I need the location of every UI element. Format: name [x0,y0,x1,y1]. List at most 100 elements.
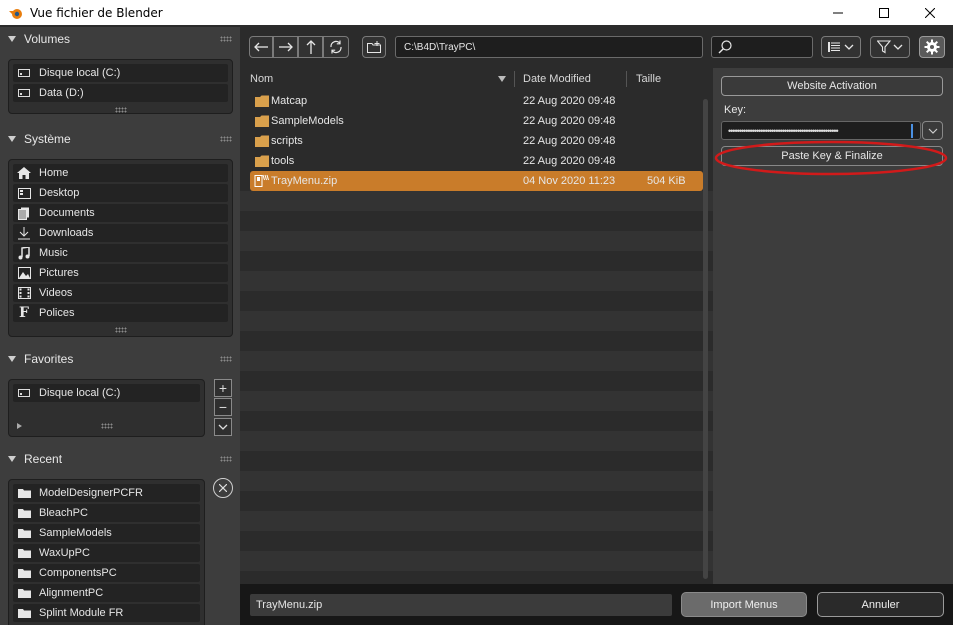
play-icon[interactable] [17,423,22,429]
recent-item[interactable]: AlignmentPC [13,584,200,602]
favorite-item-c[interactable]: Disque local (C:) [13,384,200,402]
clear-recent-button[interactable] [213,478,233,498]
drive-icon [17,66,31,80]
maximize-button[interactable] [861,0,907,25]
sidebar: Volumes Disque local (C:) Data (D:) Syst… [0,27,240,625]
path-input[interactable]: C:\B4D\TrayPC\ [395,36,703,58]
file-list-header: Nom Date Modified Taille [240,68,713,91]
refresh-button[interactable] [323,36,349,58]
sort-descending-icon[interactable] [498,76,506,82]
folder-icon [17,506,31,520]
arrow-up-icon [306,40,315,54]
favorites-menu-button[interactable] [214,418,232,436]
file-row-selected[interactable]: TrayMenu.zip 04 Nov 2020 11:23 504 KiB [250,171,703,191]
recent-item[interactable]: SampleModels [13,524,200,542]
download-icon [17,226,31,240]
blender-logo-icon [9,8,22,19]
import-menus-button[interactable]: Import Menus [681,592,807,617]
file-row[interactable]: scripts 22 Aug 2020 09:48 [240,131,713,151]
close-window-button[interactable] [907,0,953,25]
grip-icon[interactable] [114,107,127,113]
recent-item[interactable]: WaxUpPC [13,544,200,562]
recent-item[interactable]: ComponentsPC [13,564,200,582]
new-folder-icon [367,41,381,53]
favorites-list: Disque local (C:) [8,379,205,437]
collapse-triangle-icon [8,36,16,42]
filename-input[interactable]: TrayMenu.zip [250,594,672,616]
file-row[interactable]: SampleModels 22 Aug 2020 09:48 [240,111,713,131]
bottom-bar: TrayMenu.zip Import Menus Annuler [240,584,953,625]
close-icon [219,484,227,492]
forward-button[interactable] [273,36,298,58]
volume-item-c[interactable]: Disque local (C:) [13,64,228,82]
toolbar: C:\B4D\TrayPC\ [240,27,953,67]
settings-button[interactable] [919,36,945,58]
file-row[interactable]: Matcap 22 Aug 2020 09:48 [240,91,713,111]
chevron-down-icon [893,44,903,50]
zip-file-icon [254,174,269,187]
key-dropdown-button[interactable] [922,121,943,140]
new-folder-button[interactable] [362,36,386,58]
file-row[interactable]: tools 22 Aug 2020 09:48 [240,151,713,171]
list-view-icon [828,42,840,52]
system-item-desktop[interactable]: Desktop [13,184,228,202]
recent-header[interactable]: Recent [0,448,240,470]
volumes-list: Disque local (C:) Data (D:) [8,59,233,114]
folder-icon [255,135,269,147]
search-input[interactable] [711,36,813,58]
arrow-right-icon [278,42,293,52]
system-item-documents[interactable]: Documents [13,204,228,222]
column-size[interactable]: Taille [636,73,661,85]
grip-icon[interactable] [100,423,113,429]
system-header[interactable]: Système [0,128,240,150]
empty-rows [240,191,713,584]
volumes-header[interactable]: Volumes [0,28,240,50]
display-mode-dropdown[interactable] [821,36,861,58]
close-icon [925,7,935,18]
recent-item[interactable]: Splint Module FR [13,604,200,622]
file-list-scrollbar[interactable] [703,99,708,579]
desktop-icon [17,186,31,200]
key-label: Key: [724,104,747,116]
filter-dropdown[interactable] [870,36,910,58]
folder-icon [17,546,31,560]
grip-icon[interactable] [220,356,232,362]
add-favorite-button[interactable]: + [214,379,232,397]
film-icon [17,286,31,300]
volume-item-d[interactable]: Data (D:) [13,84,228,102]
favorites-header[interactable]: Favorites [0,348,240,370]
back-button[interactable] [249,36,273,58]
column-date[interactable]: Date Modified [523,73,591,85]
key-input[interactable]: ••••••••••••••••••••••••••••••••••••••••… [721,121,921,140]
system-list: Home Desktop Documents Downloads Music P… [8,159,233,337]
paste-key-finalize-button[interactable]: Paste Key & Finalize [721,146,943,166]
folder-icon [17,586,31,600]
recent-item[interactable]: ModelDesignerPCFR [13,484,200,502]
image-icon [17,266,31,280]
remove-favorite-button[interactable]: − [214,398,232,416]
parent-directory-button[interactable] [298,36,323,58]
minus-icon: − [218,399,228,415]
grip-icon[interactable] [220,456,232,462]
plus-icon: + [218,380,228,396]
website-activation-button[interactable]: Website Activation [721,76,943,96]
system-item-downloads[interactable]: Downloads [13,224,228,242]
gear-icon [924,39,940,55]
drive-icon [17,386,31,400]
chevron-down-icon [844,44,854,50]
system-item-home[interactable]: Home [13,164,228,182]
recent-item[interactable]: BleachPC [13,504,200,522]
maximize-icon [879,7,889,18]
drive-icon [17,86,31,100]
minimize-button[interactable] [815,0,861,25]
cancel-button[interactable]: Annuler [817,592,944,617]
grip-icon[interactable] [114,327,127,333]
system-item-videos[interactable]: Videos [13,284,228,302]
grip-icon[interactable] [220,136,232,142]
chevron-down-icon [218,424,228,430]
column-name[interactable]: Nom [250,73,273,85]
system-item-pictures[interactable]: Pictures [13,264,228,282]
system-item-fonts[interactable]: F Polices [13,304,228,322]
system-item-music[interactable]: Music [13,244,228,262]
grip-icon[interactable] [220,36,232,42]
